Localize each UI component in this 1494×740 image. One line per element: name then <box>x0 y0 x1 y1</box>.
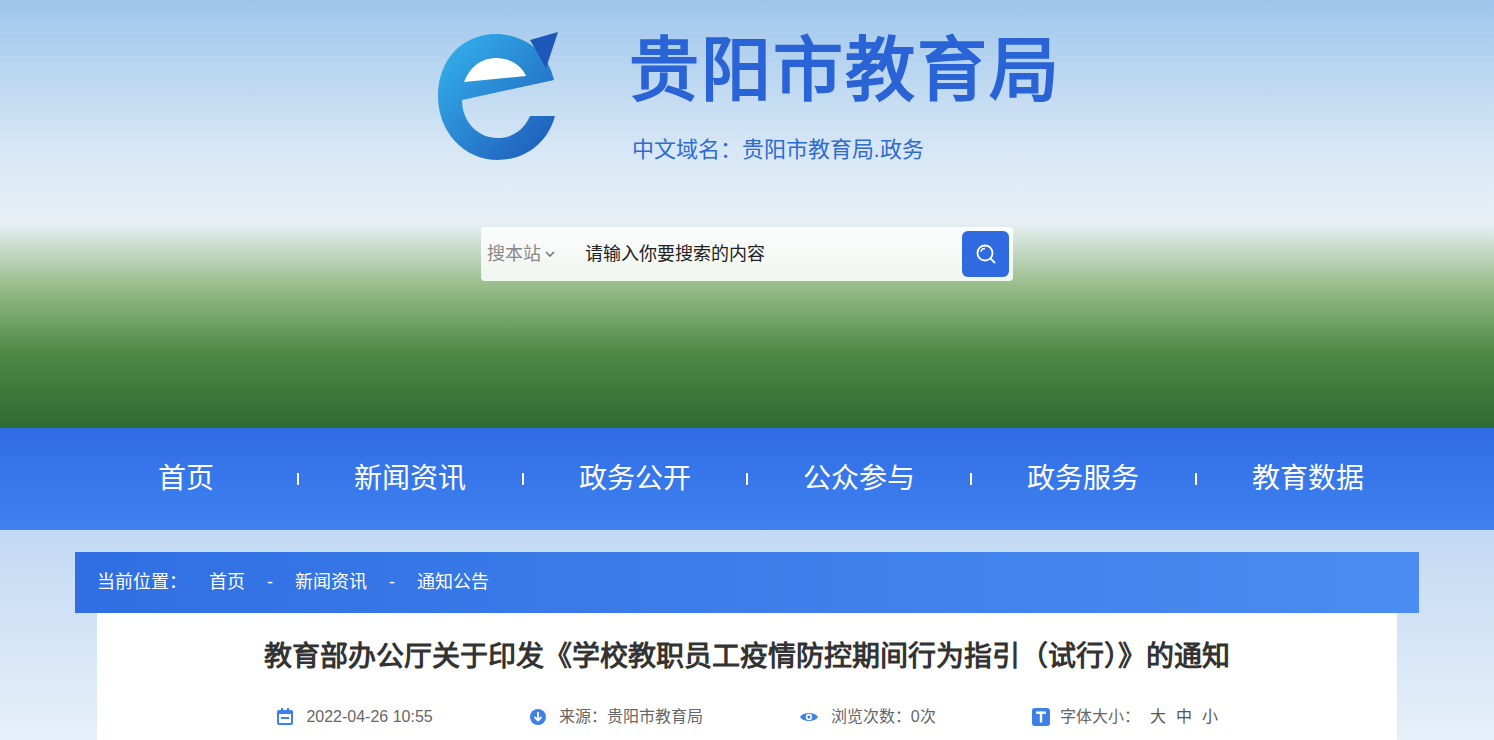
search-scope-label[interactable]: 搜本站 <box>487 241 541 268</box>
font-size-label: 字体大小： <box>1060 705 1140 729</box>
nav-separator <box>970 473 972 485</box>
site-title: 贵阳市教育局 <box>629 30 1061 112</box>
view-count: 浏览次数：0次 <box>831 705 936 729</box>
article-meta: 2022-04-26 10:55 来源：贵阳市教育局 浏览次数：0次 字体大小：… <box>276 705 1217 729</box>
article-panel: 教育部办公厅关于印发《学校教职员工疫情防控期间行为指引（试行）》的通知 2022… <box>97 613 1397 740</box>
breadcrumb-separator: - <box>389 569 395 596</box>
font-size-option[interactable]: 小 <box>1202 705 1218 729</box>
article-title: 教育部办公厅关于印发《学校教职员工疫情防控期间行为指引（试行）》的通知 <box>264 639 1230 675</box>
breadcrumb-label: 当前位置： <box>97 569 187 596</box>
source: 来源：贵阳市教育局 <box>559 705 703 729</box>
font-size-option[interactable]: 中 <box>1176 705 1192 729</box>
banner: 贵阳市教育局 中文域名：贵阳市教育局.政务 搜本站 <box>0 0 1494 428</box>
nav-separator <box>522 473 524 485</box>
publish-date: 2022-04-26 10:55 <box>306 705 432 729</box>
breadcrumb-item[interactable]: 首页 <box>209 569 245 596</box>
nav-item[interactable]: 新闻资讯 <box>299 461 521 497</box>
breadcrumb-item[interactable]: 通知公告 <box>417 569 489 596</box>
site-header: 贵阳市教育局 中文域名：贵阳市教育局.政务 <box>434 28 1061 165</box>
eye-icon <box>799 710 819 724</box>
search-input[interactable] <box>585 241 962 268</box>
nav-item[interactable]: 首页 <box>75 461 297 497</box>
breadcrumb: 当前位置：首页-新闻资讯-通知公告 <box>75 552 1419 613</box>
breadcrumb-item[interactable]: 新闻资讯 <box>295 569 367 596</box>
download-icon <box>529 708 547 726</box>
nav-item[interactable]: 政务服务 <box>972 461 1194 497</box>
date-meta: 2022-04-26 10:55 <box>276 705 432 729</box>
search-icon[interactable] <box>975 243 997 265</box>
search-bar: 搜本站 <box>481 227 1013 281</box>
site-domain: 中文域名：贵阳市教育局.政务 <box>632 136 1061 164</box>
logo-icon[interactable] <box>434 28 559 165</box>
nav-separator <box>746 473 748 485</box>
main-nav: 首页新闻资讯政务公开公众参与政务服务教育数据 <box>0 428 1494 530</box>
breadcrumb-separator: - <box>267 569 273 596</box>
font-size-meta: 字体大小： 大中小 <box>1032 705 1218 729</box>
nav-item[interactable]: 教育数据 <box>1197 461 1419 497</box>
calendar-icon <box>276 708 294 726</box>
chevron-down-icon[interactable] <box>545 249 555 259</box>
nav-separator <box>297 473 299 485</box>
font-size-option[interactable]: 大 <box>1150 705 1166 729</box>
nav-separator <box>1195 473 1197 485</box>
source-meta: 来源：贵阳市教育局 <box>529 705 703 729</box>
search-scope[interactable]: 搜本站 <box>487 241 555 268</box>
content-area: 当前位置：首页-新闻资讯-通知公告 教育部办公厅关于印发《学校教职员工疫情防控期… <box>0 530 1494 740</box>
views-meta: 浏览次数：0次 <box>799 705 936 729</box>
search-button[interactable] <box>962 231 1009 277</box>
nav-item[interactable]: 公众参与 <box>748 461 970 497</box>
nav-item[interactable]: 政务公开 <box>524 461 746 497</box>
text-size-icon <box>1032 708 1050 726</box>
